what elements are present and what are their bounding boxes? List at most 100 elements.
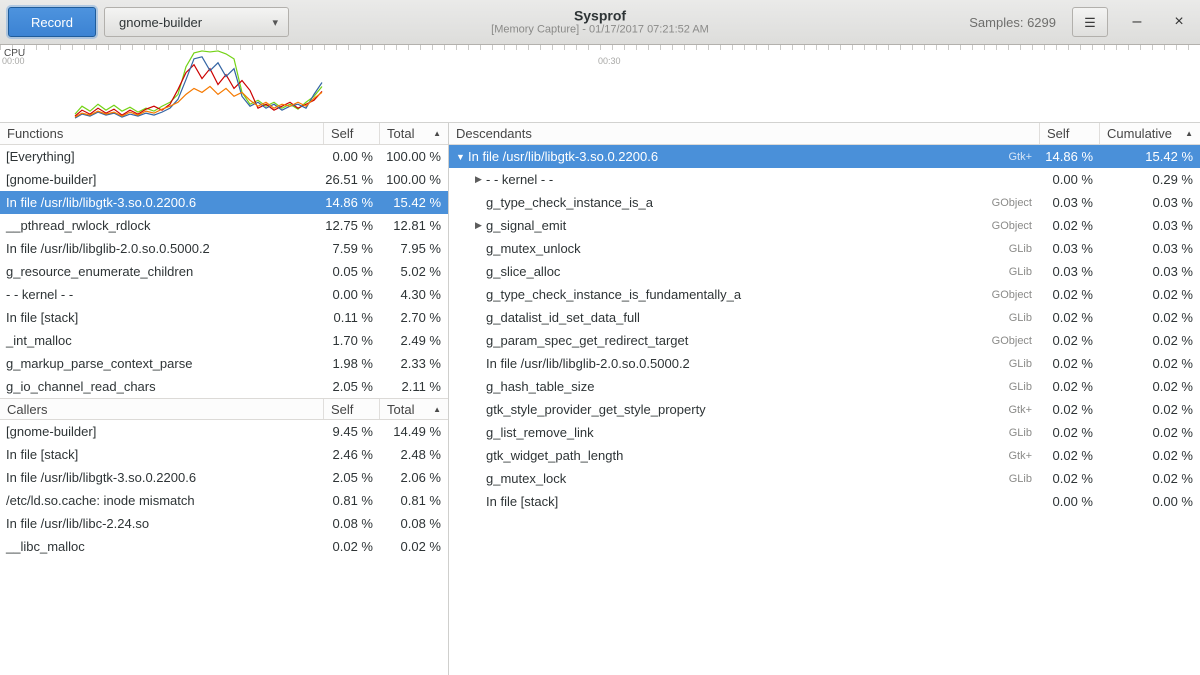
total-value: 2.11 %	[380, 379, 448, 394]
tree-row[interactable]: ▼In file /usr/lib/libgtk-3.so.0.2200.6Gt…	[449, 145, 1200, 168]
function-name-label: /etc/ld.so.cache: inode mismatch	[6, 493, 195, 508]
expander-open-icon[interactable]: ▼	[453, 152, 468, 162]
self-value: 0.00 %	[324, 149, 380, 164]
function-name-label: __pthread_rwlock_rdlock	[6, 218, 151, 233]
table-row[interactable]: In file [stack]2.46 %2.48 %	[0, 443, 448, 466]
descendants-self-column-header[interactable]: Self	[1040, 123, 1100, 144]
functions-column-header[interactable]: Functions	[0, 123, 324, 144]
tree-row[interactable]: g_hash_table_sizeGLib0.02 %0.02 %	[449, 375, 1200, 398]
close-button[interactable]: ×	[1166, 9, 1192, 35]
cumulative-value: 0.02 %	[1100, 333, 1200, 348]
function-name: In file [stack]	[0, 310, 324, 325]
self-value: 0.05 %	[324, 264, 380, 279]
tree-row[interactable]: In file /usr/lib/libglib-2.0.so.0.5000.2…	[449, 352, 1200, 375]
library-badge: GLib	[1009, 358, 1040, 370]
descendants-column-header[interactable]: Descendants	[449, 123, 1040, 144]
sort-indicator-icon: ▲	[433, 129, 441, 138]
menu-button[interactable]: ☰	[1072, 7, 1108, 37]
descendant-name: ▶g_signal_emit GObject	[449, 218, 1040, 233]
table-row[interactable]: In file /usr/lib/libglib-2.0.so.0.5000.2…	[0, 237, 448, 260]
table-row[interactable]: In file /usr/lib/libgtk-3.so.0.2200.62.0…	[0, 466, 448, 489]
tree-row[interactable]: g_slice_allocGLib0.03 %0.03 %	[449, 260, 1200, 283]
function-name: /etc/ld.so.cache: inode mismatch	[0, 493, 324, 508]
cumulative-value: 0.29 %	[1100, 172, 1200, 187]
table-row[interactable]: /etc/ld.so.cache: inode mismatch0.81 %0.…	[0, 489, 448, 512]
total-value: 0.02 %	[380, 539, 448, 554]
table-row[interactable]: _int_malloc1.70 %2.49 %	[0, 329, 448, 352]
cumulative-value: 15.42 %	[1100, 149, 1200, 164]
function-name: [gnome-builder]	[0, 172, 324, 187]
tree-row[interactable]: g_datalist_id_set_data_fullGLib0.02 %0.0…	[449, 306, 1200, 329]
descendant-name: ▶- - kernel - -	[449, 172, 1040, 187]
record-button[interactable]: Record	[8, 7, 96, 37]
tree-row[interactable]: In file [stack]0.00 %0.00 %	[449, 490, 1200, 513]
cumulative-value: 0.02 %	[1100, 379, 1200, 394]
table-row[interactable]: In file /usr/lib/libc-2.24.so0.08 %0.08 …	[0, 512, 448, 535]
library-badge: GLib	[1009, 427, 1040, 439]
tree-row[interactable]: g_list_remove_linkGLib0.02 %0.02 %	[449, 421, 1200, 444]
tree-row[interactable]: ▶- - kernel - -0.00 %0.29 %	[449, 168, 1200, 191]
descendant-name: ▼In file /usr/lib/libgtk-3.so.0.2200.6Gt…	[449, 149, 1040, 164]
expander-closed-icon[interactable]: ▶	[471, 174, 486, 185]
tree-row[interactable]: g_type_check_instance_is_fundamentally_a…	[449, 283, 1200, 306]
functions-self-column-header[interactable]: Self	[324, 123, 380, 144]
table-row[interactable]: In file /usr/lib/libgtk-3.so.0.2200.614.…	[0, 191, 448, 214]
cpu-orange-line	[75, 86, 322, 117]
total-value: 0.81 %	[380, 493, 448, 508]
tree-row[interactable]: g_mutex_unlockGLib0.03 %0.03 %	[449, 237, 1200, 260]
functions-total-column-header[interactable]: Total ▲	[380, 123, 448, 144]
function-name-label: In file /usr/lib/libgtk-3.so.0.2200.6	[6, 195, 196, 210]
table-row[interactable]: g_resource_enumerate_children0.05 %5.02 …	[0, 260, 448, 283]
window-title-area: Sysprof [Memory Capture] - 01/17/2017 07…	[491, 8, 709, 37]
cumulative-value: 0.03 %	[1100, 195, 1200, 210]
tree-row[interactable]: g_type_check_instance_is_aGObject0.03 %0…	[449, 191, 1200, 214]
table-row[interactable]: [gnome-builder]9.45 %14.49 %	[0, 420, 448, 443]
callers-column-header[interactable]: Callers	[0, 399, 324, 419]
descendants-cumulative-column-header[interactable]: Cumulative ▲	[1100, 123, 1200, 144]
cpu-timeline[interactable]: CPU 00:00 00:30	[0, 45, 1200, 123]
table-row[interactable]: __pthread_rwlock_rdlock12.75 %12.81 %	[0, 214, 448, 237]
total-value: 100.00 %	[380, 149, 448, 164]
function-name-label: _int_malloc	[6, 333, 72, 348]
sysprof-window: Record gnome-builder ▾ Sysprof [Memory C…	[0, 0, 1200, 675]
table-row[interactable]: __libc_malloc0.02 %0.02 %	[0, 535, 448, 558]
function-name-label: [Everything]	[6, 149, 75, 164]
library-badge: Gtk+	[1008, 450, 1040, 462]
cumulative-column-label: Cumulative	[1107, 126, 1172, 141]
tree-row[interactable]: ▶g_signal_emitGObject0.02 %0.03 %	[449, 214, 1200, 237]
descendant-name-label: - - kernel - -	[486, 172, 553, 187]
expander-closed-icon[interactable]: ▶	[471, 220, 486, 231]
tree-row[interactable]: gtk_style_provider_get_style_propertyGtk…	[449, 398, 1200, 421]
function-name-label: g_io_channel_read_chars	[6, 379, 156, 394]
descendant-name: gtk_widget_path_lengthGtk+	[449, 448, 1040, 463]
table-row[interactable]: g_io_channel_read_chars2.05 %2.11 %	[0, 375, 448, 398]
function-name: - - kernel - -	[0, 287, 324, 302]
descendant-name-label: g_signal_emit	[486, 218, 566, 233]
total-value: 15.42 %	[380, 195, 448, 210]
table-row[interactable]: [gnome-builder]26.51 %100.00 %	[0, 168, 448, 191]
callers-self-column-header[interactable]: Self	[324, 399, 380, 419]
function-name-label: __libc_malloc	[6, 539, 85, 554]
tree-row[interactable]: g_mutex_lockGLib0.02 %0.02 %	[449, 467, 1200, 490]
function-name: In file /usr/lib/libglib-2.0.so.0.5000.2	[0, 241, 324, 256]
tree-row[interactable]: g_param_spec_get_redirect_targetGObject0…	[449, 329, 1200, 352]
callers-total-column-header[interactable]: Total ▲	[380, 399, 448, 419]
cumulative-value: 0.03 %	[1100, 264, 1200, 279]
library-badge: GObject	[992, 220, 1040, 232]
total-value: 5.02 %	[380, 264, 448, 279]
table-row[interactable]: [Everything] 0.00 %100.00 %	[0, 145, 448, 168]
cumulative-value: 0.00 %	[1100, 494, 1200, 509]
function-name-label: In file [stack]	[6, 447, 78, 462]
total-value: 2.33 %	[380, 356, 448, 371]
library-badge: GLib	[1009, 381, 1040, 393]
tree-row[interactable]: gtk_widget_path_lengthGtk+0.02 %0.02 %	[449, 444, 1200, 467]
table-row[interactable]: In file [stack]0.11 %2.70 %	[0, 306, 448, 329]
total-column-label: Total	[387, 126, 414, 141]
descendant-name-label: In file [stack]	[486, 494, 558, 509]
table-row[interactable]: g_markup_parse_context_parse1.98 %2.33 %	[0, 352, 448, 375]
minimize-button[interactable]: –	[1124, 9, 1150, 35]
process-selector-dropdown[interactable]: gnome-builder ▾	[104, 7, 289, 37]
table-row[interactable]: - - kernel - -0.00 %4.30 %	[0, 283, 448, 306]
self-value: 0.02 %	[1040, 402, 1100, 417]
self-value: 0.08 %	[324, 516, 380, 531]
